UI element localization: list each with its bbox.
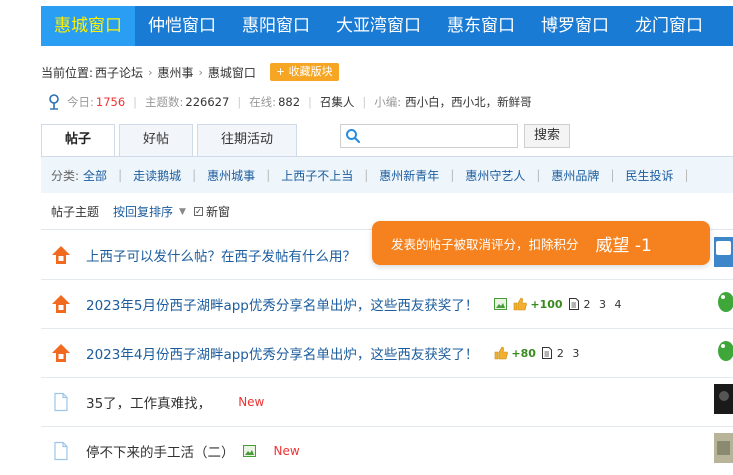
today-count: 1756 (95, 95, 126, 109)
category-item[interactable]: 惠州城事 (207, 167, 255, 184)
new-badge: New (273, 444, 300, 458)
nav-tab-huiyang[interactable]: 惠阳窗口 (229, 6, 323, 46)
category-item[interactable]: 走读鹅城 (133, 167, 181, 184)
thread-title[interactable]: 35了，工作真难找， (86, 392, 211, 412)
tab-good-posts[interactable]: 好帖 (119, 124, 194, 156)
thread-file-icon (54, 392, 68, 412)
tab-past-events[interactable]: 往期活动 (197, 124, 298, 156)
page-link[interactable]: 4 (615, 298, 622, 311)
forum-top-nav: 惠城窗口 仲恺窗口 惠阳窗口 大亚湾窗口 惠东窗口 博罗窗口 龙门窗口 (41, 6, 733, 46)
sort-dropdown[interactable]: 按回复排序 (113, 203, 173, 220)
avatar[interactable] (714, 237, 733, 267)
avatar[interactable] (714, 336, 733, 366)
pinned-thread-icon (52, 344, 70, 362)
category-item[interactable]: 惠州守艺人 (465, 167, 525, 184)
page-icon (568, 298, 579, 310)
category-item[interactable]: 民生投诉 (625, 167, 673, 184)
page-link[interactable]: 2 (557, 347, 564, 360)
page-link[interactable]: 2 (584, 298, 591, 311)
thread-row: 2023年5月份西子湖畔app优秀分享名单出炉，这些西友获奖了！ +100 2 … (41, 280, 733, 329)
online-label: 在线: (249, 95, 277, 109)
new-window-checkbox[interactable]: ✓ (193, 207, 203, 216)
today-label: 今日: (67, 95, 94, 109)
pinned-thread-icon (52, 295, 70, 313)
search-button[interactable]: 搜索 (524, 124, 570, 148)
avatar[interactable] (714, 433, 733, 463)
breadcrumb-link-current[interactable]: 惠城窗口 (208, 64, 256, 81)
thread-title[interactable]: 2023年5月份西子湖畔app优秀分享名单出炉，这些西友获奖了！ (86, 294, 478, 314)
nav-tab-longmen[interactable]: 龙门窗口 (622, 6, 716, 46)
caret-down-icon: ▼ (179, 206, 186, 217)
thread-meta: +100 2 3 4 (488, 297, 626, 311)
new-badge: New (238, 395, 265, 409)
breadcrumb-prefix: 当前位置: (41, 65, 94, 80)
thread-title[interactable]: 上西子可以发什么帖？在西子发帖有什么用？ (86, 245, 356, 265)
category-label: 分类: (51, 168, 80, 183)
page-link[interactable]: 3 (599, 298, 606, 311)
nav-tab-boluo[interactable]: 博罗窗口 (528, 6, 622, 46)
favorite-board-button[interactable]: + 收藏版块 (269, 63, 339, 81)
tab-posts[interactable]: 帖子 (41, 124, 116, 157)
breadcrumb-link-huizhou[interactable]: 惠州事 (157, 64, 193, 81)
breadcrumb: 当前位置: 西子论坛 › 惠州事 › 惠城窗口 + 收藏版块 (41, 63, 339, 81)
thread-meta: +80 2 3 (494, 346, 584, 360)
nav-tab-huicheng[interactable]: 惠城窗口 (41, 6, 135, 46)
nav-tab-dayawan[interactable]: 大亚湾窗口 (323, 6, 434, 46)
image-attachment-icon (494, 298, 508, 310)
board-stats: 今日: 1756 | 主题数: 226627 | 在线: 882 | 召集人 |… (47, 94, 532, 110)
score-deduction-toast: 发表的帖子被取消评分，扣除积分 威望 -1 (372, 221, 710, 265)
category-item[interactable]: 惠州新青年 (379, 167, 439, 184)
image-attachment-icon (242, 445, 256, 457)
topics-label: 主题数: (145, 95, 184, 109)
avatar[interactable] (714, 287, 733, 317)
board-tabs: 帖子 好帖 往期活动 (41, 124, 301, 157)
thread-title[interactable]: 2023年4月份西子湖畔app优秀分享名单出炉，这些西友获奖了！ (86, 343, 478, 363)
thumbs-up-icon (495, 346, 509, 360)
thread-list-title: 帖子主题 (51, 205, 100, 219)
search-input[interactable] (340, 124, 518, 148)
pinned-thread-icon (52, 246, 70, 264)
thread-row: 2023年4月份西子湖畔app优秀分享名单出炉，这些西友获奖了！ +80 2 3 (41, 329, 733, 378)
new-window-label[interactable]: 新窗 (206, 203, 230, 220)
page-icon (541, 347, 552, 359)
search-icon (346, 129, 361, 144)
thread-row: 35了，工作真难找， New (41, 378, 733, 427)
nav-tab-huidong[interactable]: 惠东窗口 (434, 6, 528, 46)
online-count: 882 (278, 95, 301, 109)
thread-row: 停不下来的手工活（二） New (41, 427, 733, 475)
category-item[interactable]: 上西子不上当 (281, 167, 353, 184)
toast-points: 威望 -1 (595, 235, 652, 256)
avatar[interactable] (714, 384, 733, 414)
pin-icon (49, 94, 59, 110)
page-links: 2 3 4 (584, 298, 627, 311)
nav-tab-zhongkai[interactable]: 仲恺窗口 (135, 6, 229, 46)
category-item[interactable]: 惠州品牌 (551, 167, 599, 184)
chevron-right-icon: › (148, 65, 153, 79)
topics-count: 226627 (185, 95, 230, 109)
page-link[interactable]: 3 (572, 347, 579, 360)
gather-link[interactable]: 召集人 (320, 94, 355, 110)
chevron-right-icon: › (198, 65, 203, 79)
thread-file-icon (54, 441, 68, 461)
rating-score: +100 (530, 297, 563, 311)
page-links: 2 3 (557, 347, 585, 360)
thread-title[interactable]: 停不下来的手工活（二） (86, 441, 235, 461)
category-all[interactable]: 全部 (83, 167, 107, 184)
thumbs-up-icon (514, 297, 528, 311)
breadcrumb-link-forum[interactable]: 西子论坛 (95, 64, 143, 81)
editors-list[interactable]: 西小白，西小北，新鲜哥 (405, 94, 532, 110)
toast-message: 发表的帖子被取消评分，扣除积分 (391, 236, 579, 252)
editors-label: 小编: (374, 95, 402, 109)
rating-score: +80 (511, 346, 536, 360)
category-filter-bar: 分类: 全部 | 走读鹅城 | 惠州城事 | 上西子不上当 | 惠州新青年 | … (41, 157, 733, 193)
